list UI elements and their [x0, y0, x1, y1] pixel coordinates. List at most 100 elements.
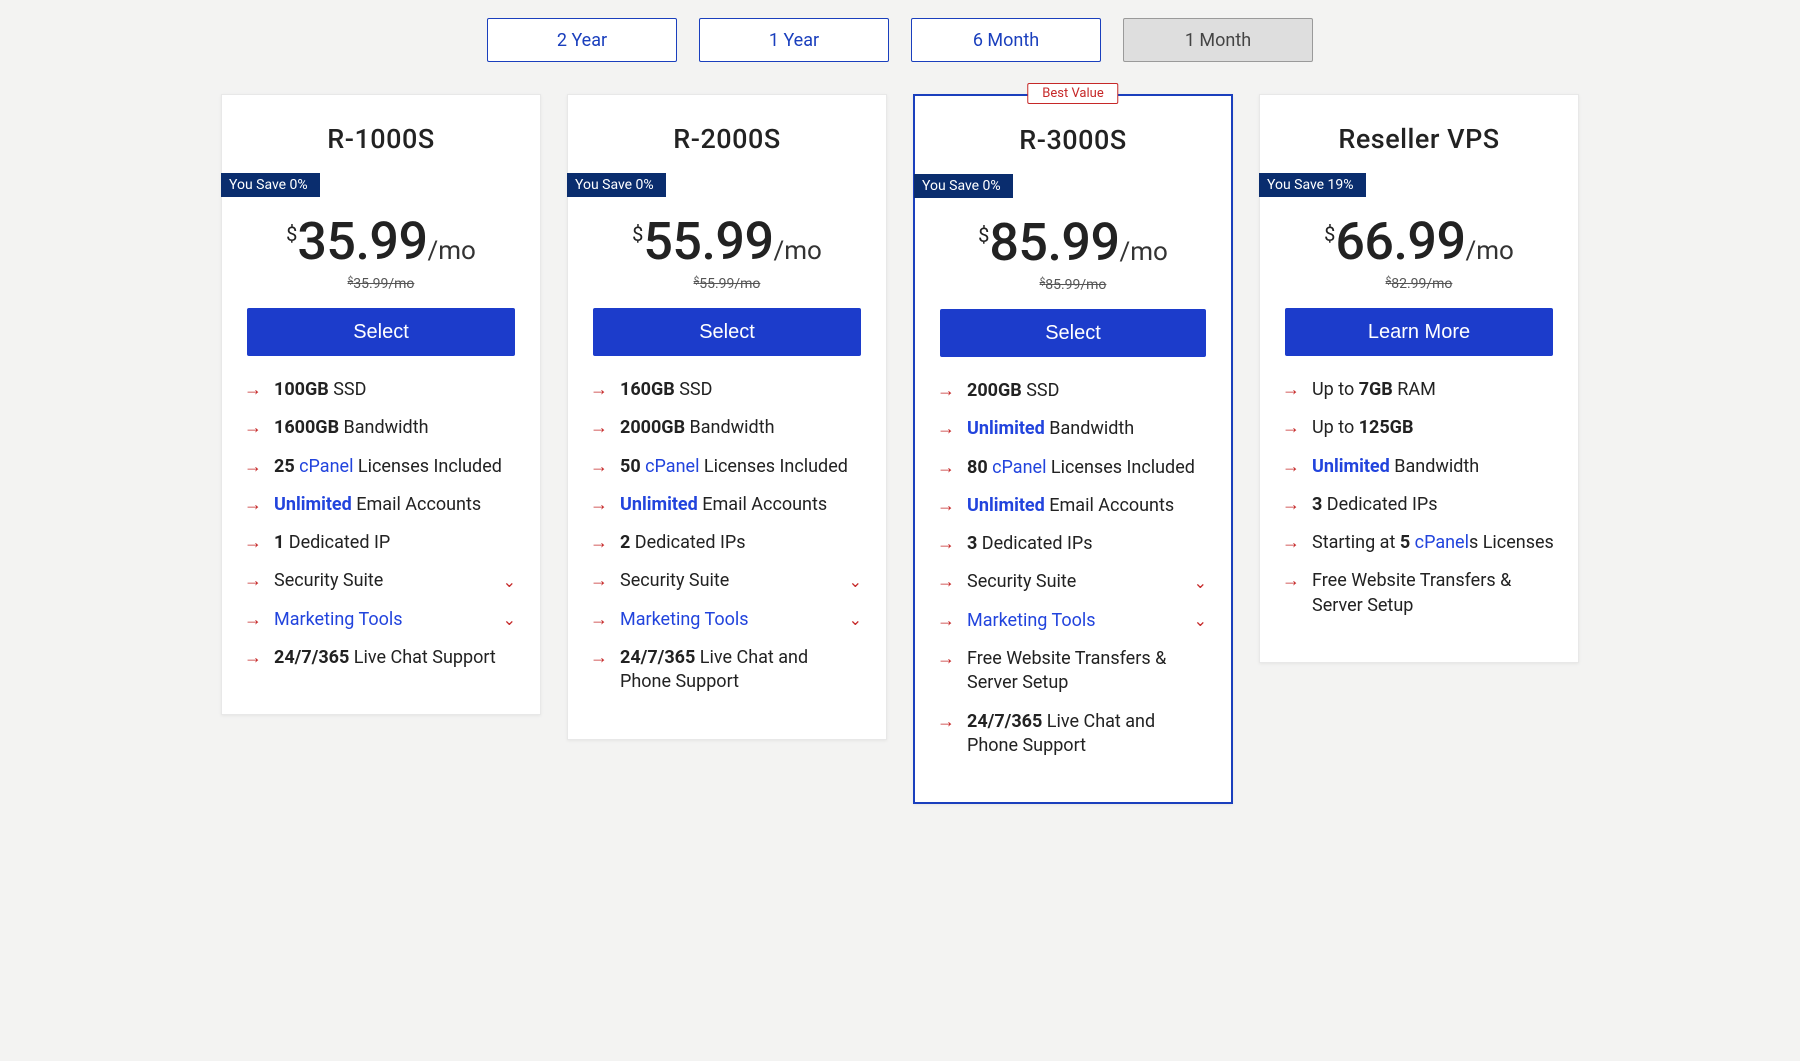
price-amount: 66.99: [1335, 211, 1465, 272]
arrow-right-icon: →: [590, 608, 608, 632]
price: $35.99/mo: [222, 211, 540, 272]
feature-item: → 200GB SSD: [937, 379, 1207, 403]
plan-card-r-2000s: R-2000SYou Save 0%$55.99/mo$55.99/moSele…: [567, 94, 887, 740]
feature-text: 80 cPanel Licenses Included: [967, 456, 1207, 480]
save-strip: You Save 19%: [1259, 173, 1366, 197]
feature-item[interactable]: →Security Suite⌄: [244, 569, 516, 593]
arrow-right-icon: →: [244, 569, 262, 593]
arrow-right-icon: →: [244, 378, 262, 402]
arrow-right-icon: →: [937, 494, 955, 518]
feature-list: → 100GB SSD → 1600GB Bandwidth →25 cPanel Li…: [222, 378, 540, 670]
plan-title: R-3000S: [915, 124, 1231, 156]
feature-text: 2 Dedicated IPs: [620, 531, 862, 555]
arrow-right-icon: →: [590, 493, 608, 517]
feature-text: 200GB SSD: [967, 379, 1207, 403]
feature-text: 100GB SSD: [274, 378, 516, 402]
plan-card-reseller-vps: Reseller VPS You Save 19% $66.99/mo $82.99/…: [1259, 94, 1579, 663]
arrow-right-icon: →: [244, 493, 262, 517]
feature-list: →160GB SSD→2000GB Bandwidth→50 cPanel Li…: [568, 378, 886, 695]
price-amount: 55.99: [643, 211, 773, 272]
tab-1-month[interactable]: 1 Month: [1123, 18, 1313, 62]
feature-item: →Unlimited Bandwidth: [937, 417, 1207, 441]
feature-item: → 24/7/365 Live Chat and Phone Support: [590, 646, 862, 695]
feature-text: 3 Dedicated IPs: [1312, 493, 1554, 517]
price: $85.99/mo: [915, 212, 1231, 273]
select-button[interactable]: Select: [247, 308, 514, 356]
arrow-right-icon: →: [244, 531, 262, 555]
price: $66.99/mo: [1260, 211, 1578, 272]
tab-2-year[interactable]: 2 Year: [487, 18, 677, 62]
price-old: $82.99/mo: [1260, 276, 1578, 292]
feature-item: →3 Dedicated IPs: [937, 532, 1207, 556]
feature-text: Up to 125GB: [1312, 416, 1554, 440]
chevron-down-icon[interactable]: ⌄: [503, 571, 516, 593]
feature-text: Marketing Tools: [274, 608, 491, 632]
plan-card-r-1000s: R-1000SYou Save 0%$35.99/mo$35.99/moSele…: [221, 94, 541, 715]
feature-text: Starting at 5 cPanels Licenses: [1312, 531, 1554, 555]
feature-text: 1600GB Bandwidth: [274, 416, 516, 440]
chevron-down-icon[interactable]: ⌄: [849, 571, 862, 593]
arrow-right-icon: →: [244, 608, 262, 632]
arrow-right-icon: →: [937, 456, 955, 480]
price-amount: 35.99: [297, 211, 427, 272]
feature-text: Up to 7GB RAM: [1312, 378, 1554, 402]
arrow-right-icon: →: [590, 378, 608, 402]
feature-item: → Unlimited Email Accounts: [590, 493, 862, 517]
chevron-down-icon[interactable]: ⌄: [1194, 610, 1207, 632]
feature-item[interactable]: → Marketing Tools ⌄: [244, 608, 516, 632]
arrow-right-icon: →: [590, 646, 608, 670]
learn-more-button[interactable]: Learn More: [1285, 308, 1552, 356]
feature-item[interactable]: →Security Suite⌄: [590, 569, 862, 593]
arrow-right-icon: →: [937, 609, 955, 633]
price-old: $55.99/mo: [568, 276, 886, 292]
feature-item: →3 Dedicated IPs: [1282, 493, 1554, 517]
arrow-right-icon: →: [244, 416, 262, 440]
plan-title: Reseller VPS: [1260, 123, 1578, 155]
chevron-down-icon[interactable]: ⌄: [849, 609, 862, 631]
feature-text: Security Suite: [620, 569, 837, 593]
feature-item[interactable]: →Marketing Tools⌄: [590, 608, 862, 632]
feature-item: →24/7/365 Live Chat and Phone Support: [937, 710, 1207, 759]
feature-item: →25 cPanel Licenses Included: [244, 455, 516, 479]
feature-item: → 1600GB Bandwidth: [244, 416, 516, 440]
arrow-right-icon: →: [937, 379, 955, 403]
feature-item: →Unlimited Email Accounts: [244, 493, 516, 517]
arrow-right-icon: →: [1282, 569, 1300, 593]
select-button[interactable]: Select: [940, 309, 1205, 357]
feature-item: → Up to 125GB: [1282, 416, 1554, 440]
price: $55.99/mo: [568, 211, 886, 272]
chevron-down-icon[interactable]: ⌄: [1194, 572, 1207, 594]
price-old: $85.99/mo: [915, 277, 1231, 293]
feature-item: →160GB SSD: [590, 378, 862, 402]
price-unit: /mo: [428, 236, 476, 266]
feature-text: Free Website Transfers & Server Setup: [1312, 569, 1554, 618]
feature-item[interactable]: →Security Suite⌄: [937, 570, 1207, 594]
arrow-right-icon: →: [590, 416, 608, 440]
feature-item: →Free Website Transfers & Server Setup: [937, 647, 1207, 696]
feature-item: →Starting at 5 cPanels Licenses: [1282, 531, 1554, 555]
price-unit: /mo: [1466, 236, 1514, 266]
feature-item: →Unlimited Email Accounts: [937, 494, 1207, 518]
feature-text: Marketing Tools: [967, 609, 1182, 633]
arrow-right-icon: →: [590, 531, 608, 555]
tab-1-year[interactable]: 1 Year: [699, 18, 889, 62]
feature-item: → 100GB SSD: [244, 378, 516, 402]
price-old: $35.99/mo: [222, 276, 540, 292]
chevron-down-icon[interactable]: ⌄: [503, 609, 516, 631]
feature-text: Free Website Transfers & Server Setup: [967, 647, 1207, 696]
feature-item: →1 Dedicated IP: [244, 531, 516, 555]
price-unit: /mo: [1120, 237, 1168, 267]
term-tabs: 2 Year 1 Year 6 Month 1 Month: [24, 18, 1776, 62]
select-button[interactable]: Select: [593, 308, 860, 356]
feature-text: Unlimited Email Accounts: [620, 493, 862, 517]
best-value-badge: Best Value: [1027, 83, 1118, 104]
feature-text: 3 Dedicated IPs: [967, 532, 1207, 556]
arrow-right-icon: →: [1282, 416, 1300, 440]
arrow-right-icon: →: [1282, 455, 1300, 479]
feature-item[interactable]: → Marketing Tools ⌄: [937, 609, 1207, 633]
tab-6-month[interactable]: 6 Month: [911, 18, 1101, 62]
plan-title: R-1000S: [222, 123, 540, 155]
feature-text: 24/7/365 Live Chat and Phone Support: [620, 646, 862, 695]
feature-list: →200GB SSD→Unlimited Bandwidth→80 cPanel…: [915, 379, 1231, 758]
arrow-right-icon: →: [937, 417, 955, 441]
